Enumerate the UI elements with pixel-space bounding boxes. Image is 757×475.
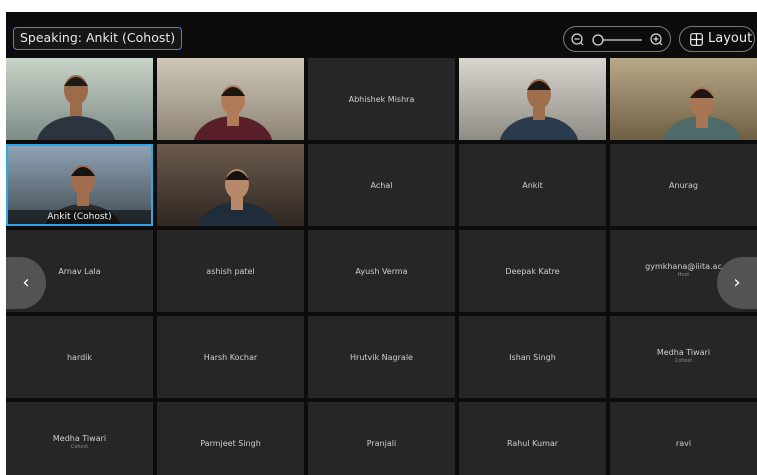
participant-tile[interactable]: ravi	[610, 402, 757, 475]
participant-name: Ankit (Cohost)	[8, 210, 151, 224]
participant-tile[interactable]	[610, 58, 757, 140]
zoom-slider[interactable]	[563, 26, 671, 52]
participant-tile[interactable]	[157, 144, 304, 226]
video-feed	[459, 58, 606, 140]
zoom-out-icon[interactable]	[571, 33, 584, 46]
meeting-window: Speaking: Ankit (Cohost) Layout Abhishek…	[6, 12, 757, 475]
participant-name: Pranjali	[366, 438, 397, 448]
participant-name: Ankit	[522, 180, 543, 190]
layout-label: Layout	[708, 31, 753, 46]
participant-tile[interactable]	[459, 58, 606, 140]
participant-role: Cohost	[70, 444, 89, 450]
video-feed	[610, 58, 757, 140]
participant-name: Rahul Kumar	[506, 438, 559, 448]
participant-tile[interactable]: Deepak Katre	[459, 230, 606, 312]
participant-name: Deepak Katre	[505, 266, 560, 276]
active-speaker-indicator: Speaking: Ankit (Cohost)	[13, 27, 183, 50]
participant-tile[interactable]: Pranjali	[308, 402, 455, 475]
participant-tile[interactable]	[157, 58, 304, 140]
participant-role: Cohost	[674, 358, 693, 364]
participant-tile[interactable]: Parmjeet Singh	[157, 402, 304, 475]
grid-layout-icon	[690, 33, 703, 46]
chevron-left-icon: ‹	[22, 272, 30, 293]
participant-name: Achal	[370, 180, 393, 190]
participant-name: Parmjeet Singh	[200, 438, 261, 448]
participant-name: Harsh Kochar	[203, 352, 258, 362]
participant-name: Anurag	[669, 180, 698, 190]
participant-tile[interactable]: Hrutvik Nagrale	[308, 316, 455, 398]
video-feed	[157, 144, 304, 226]
zoom-thumb[interactable]	[592, 34, 604, 46]
participant-name: Medha Tiwari	[52, 434, 107, 443]
participant-tile[interactable]: Ayush Verma	[308, 230, 455, 312]
chevron-right-icon: ›	[733, 272, 741, 293]
participant-tile[interactable]: Ishan Singh	[459, 316, 606, 398]
participant-tile[interactable]: Harsh Kochar	[157, 316, 304, 398]
video-feed	[6, 58, 153, 140]
participant-tile[interactable]: hardik	[6, 316, 153, 398]
participant-label: Medha Tiwari Cohost	[610, 348, 757, 364]
participant-tile[interactable]: Anurag	[610, 144, 757, 226]
zoom-in-icon[interactable]	[650, 33, 663, 46]
participant-tile[interactable]: ashish patel	[157, 230, 304, 312]
participant-name: ravi	[675, 438, 692, 448]
layout-button[interactable]: Layout	[679, 26, 755, 52]
participant-name: hardik	[66, 352, 93, 362]
participant-name: Abhishek Mishra	[348, 94, 415, 104]
participant-name: Ishan Singh	[509, 352, 556, 362]
participant-tile[interactable]: Medha Tiwari Cohost	[610, 316, 757, 398]
video-feed	[157, 58, 304, 140]
participant-name: Ayush Verma	[355, 266, 408, 276]
participant-label: Medha Tiwari Cohost	[6, 434, 153, 450]
participant-tile[interactable]	[6, 58, 153, 140]
participant-name: ashish patel	[206, 266, 255, 276]
participant-tile[interactable]: Ankit	[459, 144, 606, 226]
participant-tile[interactable]: Ankit (Cohost)	[6, 144, 153, 226]
participant-tile[interactable]: Achal	[308, 144, 455, 226]
participant-tile[interactable]: Abhishek Mishra	[308, 58, 455, 140]
participant-name: Hrutvik Nagrale	[350, 352, 413, 362]
participant-tile[interactable]: Rahul Kumar	[459, 402, 606, 475]
top-bar: Speaking: Ankit (Cohost) Layout	[6, 12, 757, 58]
participant-tile[interactable]: Medha Tiwari Cohost	[6, 402, 153, 475]
participant-name: Medha Tiwari	[656, 348, 711, 357]
